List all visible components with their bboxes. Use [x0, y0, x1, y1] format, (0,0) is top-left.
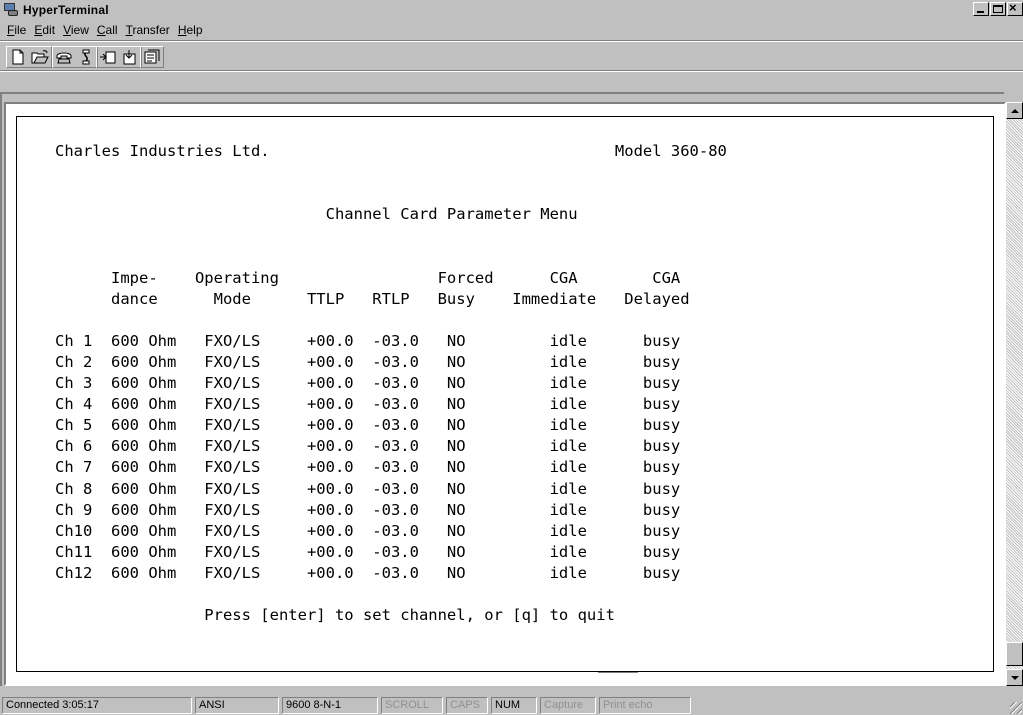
- send-icon: [100, 51, 116, 64]
- disconnect-button[interactable]: [75, 47, 97, 67]
- terminal-line: Ch 6 600 Ohm FXO/LS +00.0 -03.0 NO idle …: [55, 437, 681, 456]
- window-controls: ×: [972, 0, 1023, 16]
- menu-view[interactable]: View: [59, 23, 93, 37]
- toolbar-separator-bottom: [0, 70, 1023, 72]
- toolbar-group-file: [6, 46, 52, 68]
- terminal-line: dance Mode TTLP RTLP Busy Immediate Dela…: [55, 289, 690, 308]
- terminal-line: Ch 8 600 Ohm FXO/LS +00.0 -03.0 NO idle …: [55, 479, 681, 498]
- open-button[interactable]: [29, 47, 51, 67]
- close-icon: ×: [1009, 0, 1017, 15]
- menu-call[interactable]: Call: [93, 23, 122, 37]
- terminal-line: Ch 7 600 Ohm FXO/LS +00.0 -03.0 NO idle …: [55, 458, 681, 477]
- terminal-screen[interactable]: Charles Industries Ltd. Model 360-80 Cha…: [16, 116, 994, 672]
- terminal-line: Ch 2 600 Ohm FXO/LS +00.0 -03.0 NO idle …: [55, 352, 681, 371]
- connect-button[interactable]: [53, 47, 75, 67]
- terminal-line: Ch 4 600 Ohm FXO/LS +00.0 -03.0 NO idle …: [55, 395, 681, 414]
- terminal-line: Charles Industries Ltd. Model 360-80: [55, 142, 727, 160]
- toolbar-group-transfer: [96, 46, 142, 68]
- menu-file[interactable]: File: [3, 23, 30, 37]
- scroll-up-button[interactable]: [1006, 102, 1023, 119]
- minimize-button[interactable]: [973, 2, 989, 16]
- scroll-down-button[interactable]: [1006, 669, 1023, 686]
- vertical-scrollbar[interactable]: [1006, 102, 1023, 686]
- status-bar: Connected 3:05:17 ANSI 9600 8-N-1 SCROLL…: [0, 695, 1023, 715]
- connect-icon: [56, 52, 72, 64]
- close-button[interactable]: ×: [1007, 0, 1023, 16]
- maximize-button[interactable]: [990, 2, 1006, 16]
- new-connection-button[interactable]: [7, 47, 29, 67]
- properties-icon: [144, 49, 160, 64]
- terminal-line: Ch11 600 Ohm FXO/LS +00.0 -03.0 NO idle …: [55, 542, 681, 561]
- send-button[interactable]: [97, 47, 119, 67]
- toolbar-group-properties: [140, 46, 164, 68]
- terminal-line: Ch 5 600 Ohm FXO/LS +00.0 -03.0 NO idle …: [55, 416, 681, 435]
- new-icon: [12, 49, 24, 65]
- status-connected: Connected 3:05:17: [2, 696, 192, 714]
- terminal-line: Ch 9 600 Ohm FXO/LS +00.0 -03.0 NO idle …: [55, 500, 681, 519]
- menu-help[interactable]: Help: [174, 23, 207, 37]
- menu-bar: File Edit View Call Transfer Help: [0, 20, 1023, 40]
- terminal-line: Channel Card Parameter Menu: [55, 205, 578, 224]
- title-bar: HyperTerminal ×: [0, 0, 1023, 20]
- status-caps: CAPS: [446, 696, 488, 714]
- receive-icon: [123, 50, 136, 65]
- status-emulation: ANSI: [195, 696, 279, 714]
- scroll-thumb[interactable]: [1006, 642, 1023, 666]
- window-title: HyperTerminal: [23, 3, 109, 17]
- resize-grip[interactable]: [1010, 702, 1022, 714]
- status-num: NUM: [491, 696, 537, 714]
- terminal-text: Charles Industries Ltd. Model 360-80 Cha…: [55, 141, 727, 626]
- status-port-settings: 9600 8-N-1: [282, 696, 378, 714]
- disconnect-icon: [82, 49, 90, 65]
- open-icon: [31, 50, 49, 64]
- arrow-down-icon: [1010, 675, 1019, 680]
- terminal-line: Ch 1 600 Ohm FXO/LS +00.0 -03.0 NO idle …: [55, 331, 681, 350]
- properties-button[interactable]: [141, 47, 163, 67]
- toolbar: [0, 42, 1023, 70]
- terminal-line: Impe- Operating Forced CGA CGA: [55, 268, 681, 287]
- receive-button[interactable]: [119, 47, 141, 67]
- status-capture: Capture: [540, 696, 596, 714]
- terminal-line: Press [enter] to set channel, or [q] to …: [55, 606, 615, 625]
- menu-edit[interactable]: Edit: [30, 23, 59, 37]
- menu-transfer[interactable]: Transfer: [122, 23, 174, 37]
- status-print-echo: Print echo: [599, 696, 691, 714]
- terminal-line: Ch12 600 Ohm FXO/LS +00.0 -03.0 NO idle …: [55, 563, 681, 582]
- arrow-up-icon: [1010, 108, 1019, 113]
- terminal-window[interactable]: Charles Industries Ltd. Model 360-80 Cha…: [4, 102, 1006, 686]
- status-scroll: SCROLL: [381, 696, 443, 714]
- terminal-line: Ch 3 600 Ohm FXO/LS +00.0 -03.0 NO idle …: [55, 374, 681, 393]
- terminal-line: Ch10 600 Ohm FXO/LS +00.0 -03.0 NO idle …: [55, 521, 681, 540]
- toolbar-group-call: [52, 46, 98, 68]
- hyperterminal-app-icon[interactable]: [3, 2, 19, 18]
- splitter-handle[interactable]: [598, 672, 638, 676]
